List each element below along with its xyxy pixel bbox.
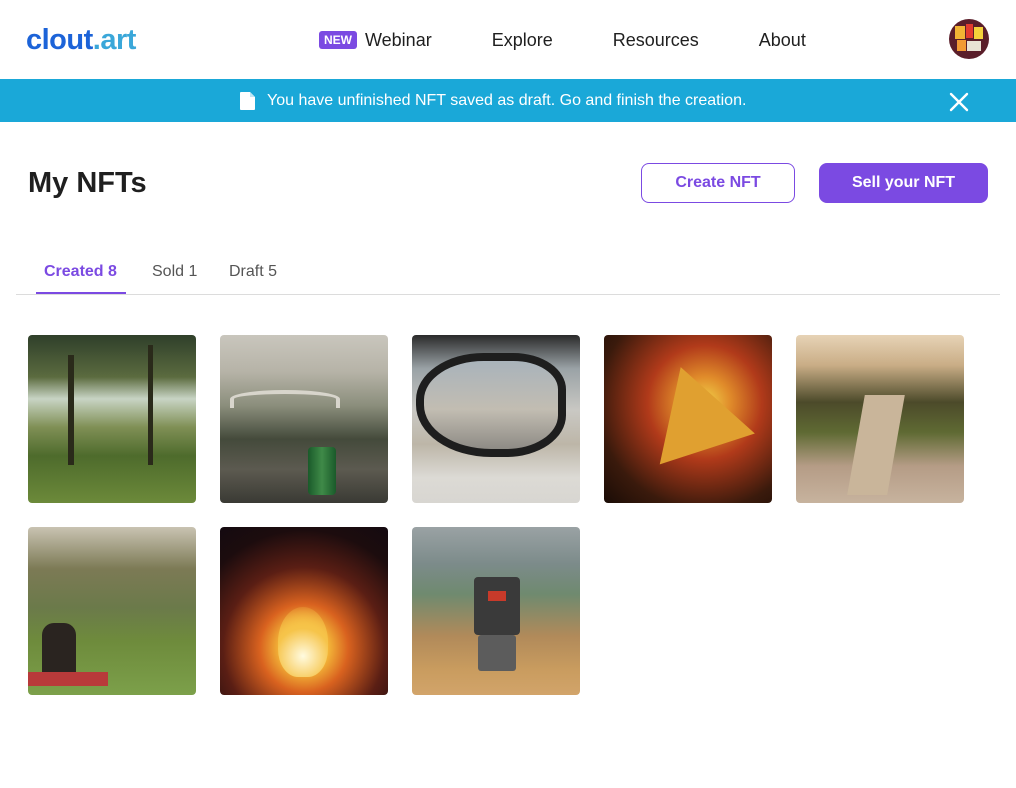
robot-accent-shape (488, 591, 506, 601)
banner-message[interactable]: You have unfinished NFT saved as draft. … (267, 90, 746, 111)
avatar-shape (967, 41, 981, 51)
nav-item-about[interactable]: About (759, 28, 806, 52)
mirror-shape (416, 353, 566, 457)
banner-content: You have unfinished NFT saved as draft. … (240, 90, 746, 111)
nft-thumbnail[interactable] (28, 527, 196, 695)
nft-thumbnail[interactable] (220, 527, 388, 695)
bridge-shape (230, 390, 340, 408)
top-navbar: clout.art NEW Webinar Explore Resources A… (0, 0, 1016, 79)
stream-shape (847, 395, 905, 495)
new-badge: NEW (319, 31, 357, 49)
nft-thumbnail[interactable] (28, 335, 196, 503)
blanket-shape (28, 672, 108, 686)
avatar-shape (966, 24, 973, 38)
logo-text-main: clout (26, 24, 93, 56)
nav-item-resources[interactable]: Resources (613, 28, 699, 52)
page-title: My NFTs (28, 167, 147, 199)
create-nft-button[interactable]: Create NFT (641, 163, 795, 203)
robot-body-shape (474, 577, 520, 635)
avatar-shape (957, 40, 966, 51)
nft-thumbnail[interactable] (220, 335, 388, 503)
logo-text-suffix: .art (92, 24, 137, 56)
nft-thumbnail[interactable] (412, 335, 580, 503)
avatar-shape (974, 27, 983, 39)
nft-thumbnail[interactable] (796, 335, 964, 503)
nav-item-webinar[interactable]: NEW Webinar (319, 28, 432, 52)
tree-trunk-shape (148, 345, 153, 465)
nft-thumbnail[interactable] (412, 527, 580, 695)
tab-draft[interactable]: Draft 5 (229, 259, 277, 294)
close-icon[interactable] (948, 91, 970, 113)
tab-created[interactable]: Created 8 (36, 259, 126, 294)
nav-label-webinar: Webinar (365, 30, 432, 50)
tree-trunk-shape (68, 355, 74, 465)
robot-legs-shape (478, 635, 516, 671)
avatar-shape (955, 26, 965, 39)
nav-item-explore[interactable]: Explore (492, 28, 553, 52)
tab-sold[interactable]: Sold 1 (152, 259, 197, 294)
can-shape (308, 447, 336, 495)
document-icon (240, 91, 255, 110)
main-nav: NEW Webinar Explore Resources About (319, 28, 806, 52)
warning-sign-shape (633, 351, 755, 465)
flame-shape (278, 607, 328, 677)
user-avatar-icon[interactable] (949, 19, 989, 59)
draft-notification-banner[interactable]: You have unfinished NFT saved as draft. … (0, 79, 1016, 122)
sell-nft-button[interactable]: Sell your NFT (819, 163, 988, 203)
person-shape (42, 623, 76, 679)
clout-art-logo[interactable]: clout.art (26, 24, 136, 56)
nft-tabs: Created 8 Sold 1 Draft 5 (16, 259, 1000, 295)
nft-thumbnail[interactable] (604, 335, 772, 503)
